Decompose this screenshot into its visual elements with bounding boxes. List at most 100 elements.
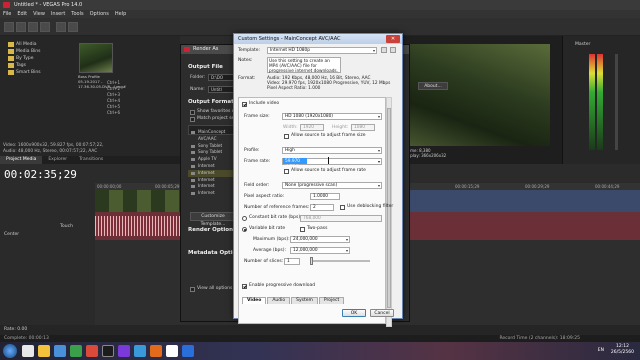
tab-project-media[interactable]: Project Media	[0, 156, 43, 164]
vegas-title-bar: Untitled * - VEGAS Pro 14.0	[0, 0, 640, 10]
slices-slider[interactable]	[310, 257, 370, 265]
render-icon[interactable]	[40, 22, 50, 32]
notes-text[interactable]: Use this setting to create an MP4 (AVC/A…	[267, 57, 341, 74]
height-input[interactable]: 1080	[351, 124, 375, 131]
redo-icon[interactable]	[68, 22, 78, 32]
maximum-bps-select[interactable]: 24,000,000 ▾	[290, 236, 350, 243]
media-thumbnail[interactable]	[79, 43, 113, 73]
task-icon[interactable]	[118, 345, 130, 357]
task-icon[interactable]	[166, 345, 178, 357]
variable-bit-rate-radio[interactable]	[242, 227, 247, 232]
task-icon[interactable]	[54, 345, 66, 357]
menu-insert[interactable]: Insert	[51, 10, 65, 18]
track-center-label[interactable]: Center	[4, 232, 19, 237]
explorer-task-icon[interactable]	[38, 345, 50, 357]
profile-select[interactable]: High ▾	[282, 147, 382, 154]
show-favorites-checkbox[interactable]	[190, 110, 195, 115]
render-options-heading[interactable]: Render Options	[188, 227, 236, 233]
tab-system[interactable]: System	[291, 297, 318, 304]
width-label: Width:	[283, 125, 298, 130]
frame-rate-label: Frame rate:	[244, 159, 271, 164]
format-item[interactable]: Sony Tablet	[188, 149, 238, 156]
rate-label: Rate: 0.00	[4, 327, 28, 332]
delete-template-icon[interactable]	[390, 47, 396, 53]
shortcut-key: Ctrl+6	[107, 110, 121, 115]
frame-rate-combo[interactable]: 59.970 (NTSC) ▾	[282, 158, 382, 170]
average-bps-select[interactable]: 12,000,000 ▾	[290, 247, 350, 254]
constant-bit-rate-input[interactable]: 768,000	[300, 215, 382, 222]
customize-template-button[interactable]: Customize Template...	[190, 212, 236, 227]
format-item[interactable]: Apple TV	[188, 156, 238, 163]
tab-transitions[interactable]: Transitions	[73, 156, 109, 164]
format-item[interactable]: MainConcept AVC/AAC	[188, 129, 238, 143]
settings-scrollbar[interactable]	[386, 97, 392, 327]
view-all-options-checkbox[interactable]	[190, 287, 195, 292]
field-order-select[interactable]: None (progressive scan) ▾	[282, 182, 382, 189]
system-clock[interactable]: 12:12 26/5/2560	[611, 344, 634, 356]
task-icon[interactable]	[70, 345, 82, 357]
allow-frame-size-label: Allow source to adjust frame size	[291, 133, 366, 138]
task-icon[interactable]	[182, 345, 194, 357]
new-project-icon[interactable]	[4, 22, 14, 32]
task-icon[interactable]	[150, 345, 162, 357]
format-item-selected[interactable]: Internet	[188, 169, 238, 177]
number-of-slices-input[interactable]: 1	[284, 258, 300, 265]
format-item[interactable]: Internet	[188, 183, 238, 190]
format-item[interactable]: Sony Tablet	[188, 143, 238, 150]
menu-view[interactable]: View	[33, 10, 45, 18]
tab-video[interactable]: Video	[242, 297, 267, 304]
format-item[interactable]: Internet	[188, 163, 238, 170]
progressive-download-label: Enable progressive download	[249, 283, 316, 288]
tree-item-by-type[interactable]: By Type	[2, 55, 70, 62]
format-item[interactable]: Internet	[188, 177, 238, 184]
menu-help[interactable]: Help	[115, 10, 126, 18]
menu-options[interactable]: Options	[90, 10, 109, 18]
close-icon[interactable]: ✕	[386, 35, 400, 43]
task-icon[interactable]	[22, 345, 34, 357]
track-touch-label[interactable]: Touch	[60, 224, 73, 229]
undo-icon[interactable]	[56, 22, 66, 32]
pixel-aspect-ratio-input[interactable]: 1.0000	[310, 193, 340, 200]
tab-audio[interactable]: Audio	[267, 297, 291, 304]
media-properties: Video: 1600x900x32, 59.827 fps, 00:07:57…	[0, 143, 180, 155]
frame-size-label: Frame size:	[244, 114, 270, 119]
menu-file[interactable]: File	[3, 10, 11, 18]
template-select[interactable]: Internet HD 1080p ▾	[267, 47, 377, 54]
tab-explorer[interactable]: Explorer	[42, 156, 73, 164]
language-indicator[interactable]: EN	[598, 348, 604, 353]
master-fader-track[interactable]	[615, 54, 618, 150]
profile-value: High	[285, 148, 295, 153]
open-icon[interactable]	[16, 22, 26, 32]
frame-size-select[interactable]: HD 1080 (1920x1080) ▾	[282, 113, 382, 120]
two-pass-checkbox[interactable]	[300, 227, 305, 232]
width-input[interactable]: 1920	[300, 124, 324, 131]
progressive-download-checkbox[interactable]	[242, 284, 247, 289]
chevron-down-icon: ▾	[377, 159, 380, 164]
master-bus: Master	[562, 36, 640, 164]
save-icon[interactable]	[28, 22, 38, 32]
deblocking-filter-checkbox[interactable]	[340, 205, 345, 210]
include-video-checkbox[interactable]	[242, 102, 247, 107]
tree-item-smart-bins[interactable]: Smart Bins	[2, 69, 70, 76]
format-item[interactable]: Internet	[188, 190, 238, 197]
ok-button[interactable]: OK	[342, 309, 366, 317]
menu-edit[interactable]: Edit	[17, 10, 27, 18]
about-button[interactable]: About...	[418, 82, 448, 90]
cancel-button[interactable]: Cancel	[370, 309, 394, 317]
reference-frames-input[interactable]: 2	[310, 204, 334, 211]
tree-item-all-media[interactable]: All Media	[2, 41, 70, 48]
tab-project[interactable]: Project	[318, 297, 345, 304]
match-project-checkbox[interactable]	[190, 117, 195, 122]
task-icon[interactable]	[134, 345, 146, 357]
tree-item-tags[interactable]: Tags	[2, 62, 70, 69]
start-button[interactable]	[3, 344, 17, 358]
vegas-task-icon[interactable]	[102, 345, 114, 357]
allow-frame-size-checkbox[interactable]	[284, 134, 289, 139]
constant-bit-rate-radio[interactable]	[242, 216, 247, 221]
slices-slider-thumb[interactable]	[310, 257, 313, 265]
allow-frame-rate-checkbox[interactable]	[284, 169, 289, 174]
tree-item-media-bins[interactable]: Media Bins	[2, 48, 70, 55]
menu-tools[interactable]: Tools	[71, 10, 83, 18]
save-template-icon[interactable]	[381, 47, 387, 53]
task-icon[interactable]	[86, 345, 98, 357]
